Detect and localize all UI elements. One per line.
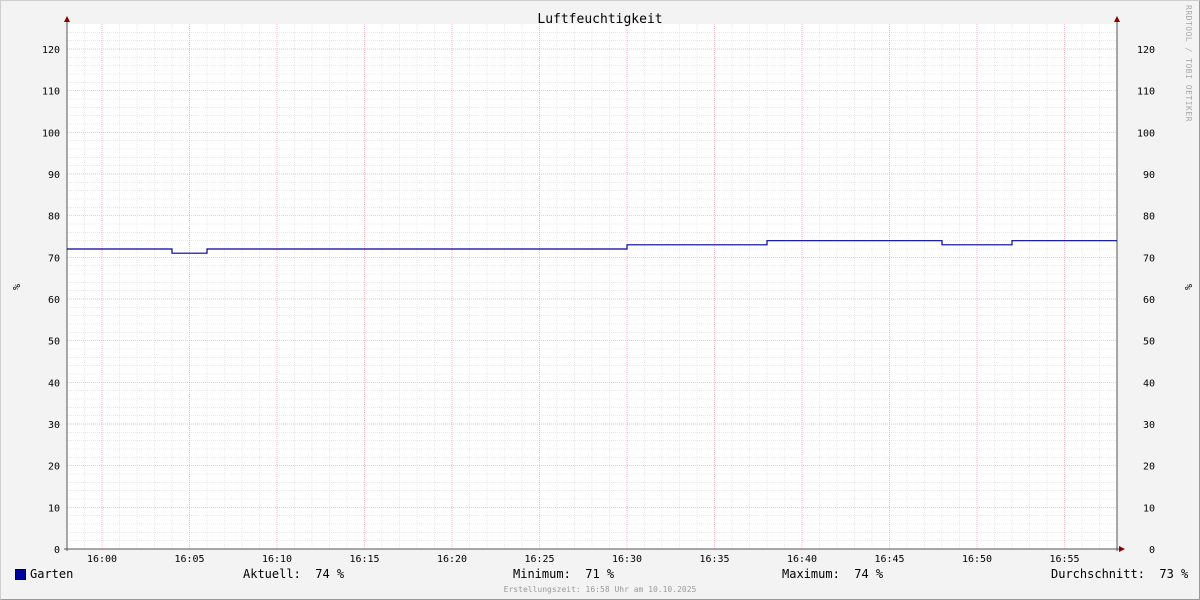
y-tick-label-right: 60 (1143, 295, 1155, 306)
y-tick-label-right: 80 (1143, 212, 1155, 223)
y-tick-label-right: 90 (1143, 170, 1155, 181)
y-tick-label-right: 10 (1143, 503, 1155, 514)
y-tick-label-right: 30 (1143, 420, 1155, 431)
x-tick-label: 16:00 (87, 554, 117, 565)
x-tick-label: 16:45 (874, 554, 904, 565)
legend-minimum: Minimum: 71 % (513, 567, 614, 581)
legend-current-label: Aktuell: (243, 567, 301, 581)
humidity-chart: 0 10 20 30 40 50 60 70 80 90 100 110 120 0 10 20 30 40 50… (10, 12, 1193, 565)
y-tick-label: 80 (48, 212, 60, 223)
y-tick-label: 110 (42, 87, 60, 98)
y-axis-left-arrow (64, 16, 70, 22)
y-tick-label: 60 (48, 295, 60, 306)
x-tick-label: 16:20 (437, 554, 467, 565)
y-tick-label: 120 (42, 45, 60, 56)
x-tick-label: 16:50 (962, 554, 992, 565)
y-tick-label-right: 40 (1143, 378, 1155, 389)
y-tick-label: 10 (48, 503, 60, 514)
legend-average: Durchschnitt: 73 % (1051, 567, 1188, 581)
y-tick-label-right: 120 (1137, 45, 1155, 56)
y-tick-label: 20 (48, 462, 60, 473)
x-tick-label: 16:35 (699, 554, 729, 565)
legend-min-label: Minimum: (513, 567, 571, 581)
x-tick-label: 16:05 (174, 554, 204, 565)
y-tick-label: 40 (48, 378, 60, 389)
legend-max-value: 74 % (854, 567, 884, 581)
y-tick-label-right: 0 (1149, 545, 1155, 556)
legend-avg-value: 73 % (1159, 567, 1189, 581)
legend-current-value: 74 % (315, 567, 345, 581)
y-axis-label-right: % (1182, 284, 1193, 290)
y-tick-labels-left: 0 10 20 30 40 50 60 70 80 90 100 110 120 (42, 45, 60, 556)
y-tick-label-right: 70 (1143, 253, 1155, 264)
legend-maximum: Maximum: 74 % (782, 567, 883, 581)
y-tick-label: 70 (48, 253, 60, 264)
x-tick-label: 16:15 (349, 554, 379, 565)
x-tick-label: 16:55 (1049, 554, 1079, 565)
y-tick-label-right: 20 (1143, 462, 1155, 473)
y-tick-label: 50 (48, 337, 60, 348)
y-tick-label: 30 (48, 420, 60, 431)
y-tick-labels-right: 0 10 20 30 40 50 60 70 80 90 100 110 120 (1137, 45, 1155, 556)
x-axis-arrow (1119, 546, 1125, 552)
legend-current: Aktuell: 74 % (243, 567, 344, 581)
x-tick-label: 16:40 (787, 554, 817, 565)
creation-timestamp: Erstellungszeit: 16:58 Uhr am 10.10.2025 (503, 585, 697, 594)
y-axis-label-left: % (10, 284, 21, 290)
rrdtool-watermark: RRDTOOL / TOBI OETIKER (1184, 5, 1193, 122)
y-tick-label: 0 (54, 545, 60, 556)
y-tick-label-right: 50 (1143, 337, 1155, 348)
y-axis-right-arrow (1114, 16, 1120, 22)
y-tick-label: 100 (42, 128, 60, 139)
minor-grid (67, 24, 1117, 549)
y-tick-label-right: 100 (1137, 128, 1155, 139)
legend-min-value: 71 % (585, 567, 615, 581)
legend-avg-label: Durchschnitt: (1051, 567, 1145, 581)
y-tick-label: 90 (48, 170, 60, 181)
x-tick-label: 16:30 (612, 554, 642, 565)
x-tick-label: 16:10 (262, 554, 292, 565)
x-tick-labels: 16:00 16:05 16:10 16:15 16:20 16:25 16:30 16:35… (87, 554, 1080, 565)
x-tick-label: 16:25 (524, 554, 554, 565)
chart-title: Luftfeuchtigkeit (537, 12, 662, 27)
y-tick-label-right: 110 (1137, 87, 1155, 98)
legend-series-name: Garten (30, 567, 74, 581)
legend-max-label: Maximum: (782, 567, 840, 581)
legend-color-swatch (15, 569, 26, 580)
